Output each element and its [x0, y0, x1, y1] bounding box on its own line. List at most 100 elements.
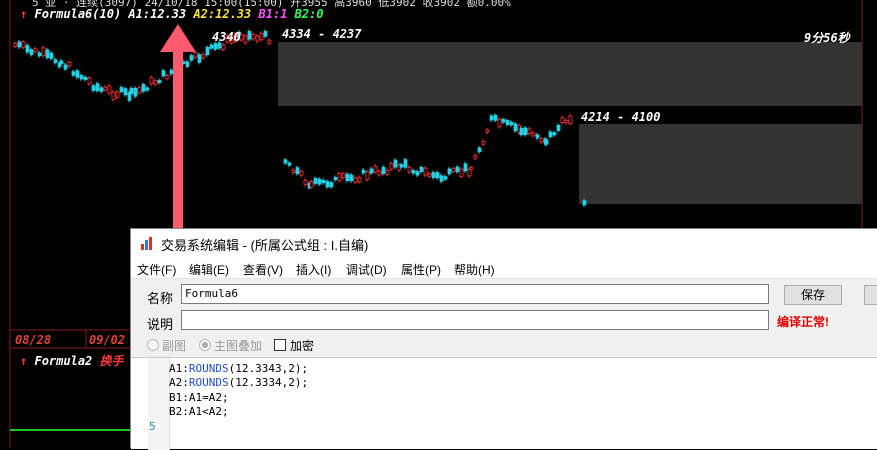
candle [165, 75, 170, 79]
candle [385, 169, 390, 175]
candle [29, 49, 34, 56]
menu-insert[interactable]: 插入(I) [296, 261, 331, 278]
range-box-lower [579, 124, 862, 204]
candle [197, 54, 202, 63]
candle [201, 53, 206, 59]
candle [49, 52, 54, 59]
main-overlay-radio[interactable] [199, 339, 211, 351]
description-label: 说明 [147, 317, 174, 332]
candle [403, 159, 408, 168]
candle [493, 114, 498, 121]
dialog-title: 交易系统编辑 - (所属公式组 : I.自编) [161, 238, 369, 253]
candle [485, 129, 490, 133]
candle [544, 139, 549, 145]
extra-button[interactable] [864, 285, 877, 305]
candle [259, 32, 264, 41]
candle [161, 70, 166, 77]
candle [221, 44, 226, 50]
candle [337, 173, 342, 182]
code-line-3: B1:A1=A2; [169, 391, 229, 404]
b2-label: B2: [294, 7, 317, 21]
a1-value: 12.33 [150, 7, 187, 21]
b1-label: B1: [258, 7, 281, 21]
candle [519, 127, 524, 135]
candle [353, 177, 358, 183]
candle [185, 61, 190, 67]
sub-chart-radio[interactable] [147, 339, 159, 351]
candle [91, 85, 96, 91]
menu-bar: 文件(F) 编辑(E) 查看(V) 插入(I) 调试(D) 属性(P) 帮助(H… [131, 257, 877, 279]
candle [564, 119, 569, 124]
dialog-titlebar[interactable]: 交易系统编辑 - (所属公式组 : I.自编) [131, 229, 877, 257]
candle [21, 41, 26, 48]
code-line-1: A1:ROUNDS(12.3343,2); [169, 362, 309, 375]
candle [361, 169, 366, 174]
candle [377, 170, 382, 176]
date-label-2: 09/02 [89, 333, 126, 347]
candle [333, 177, 338, 181]
range-label-lower: 4214 - 4100 [581, 110, 661, 124]
candle [59, 60, 64, 65]
candle [189, 55, 194, 61]
formula-name: Formula6(10) [34, 7, 122, 21]
menu-file[interactable]: 文件(F) [137, 261, 176, 278]
candle [111, 91, 116, 100]
candle [459, 168, 464, 177]
candle [497, 118, 502, 128]
b2-value: 0 [316, 7, 324, 21]
candle [103, 86, 108, 91]
trading-system-editor-dialog: 交易系统编辑 - (所属公式组 : I.自编) 文件(F) 编辑(E) 查看(V… [130, 228, 877, 450]
date-label-1: 08/28 [15, 333, 52, 347]
candle [45, 49, 50, 59]
editor-gutter [148, 358, 170, 450]
candle [87, 77, 92, 85]
menu-view[interactable]: 查看(V) [243, 261, 283, 278]
candle [133, 87, 138, 97]
candle [407, 166, 412, 173]
candle [389, 163, 394, 170]
candle [83, 76, 88, 80]
candle [381, 166, 386, 174]
candle [137, 86, 142, 94]
description-field[interactable] [181, 310, 769, 330]
countdown-timer: 9分56秒 [804, 31, 850, 45]
candle [393, 159, 398, 168]
formula2-suffix: 换手 [99, 354, 124, 368]
main-overlay-label: 主图叠加 [214, 339, 263, 353]
candle [41, 47, 46, 57]
candle [291, 169, 296, 173]
name-label: 名称 [147, 291, 174, 306]
line-number: 5 [149, 420, 156, 433]
candle [568, 115, 573, 124]
candle [447, 168, 452, 175]
range-label-upper: 4334 - 4237 [282, 27, 362, 41]
encrypt-checkbox[interactable] [274, 339, 286, 351]
candle [115, 91, 120, 98]
candle [263, 31, 268, 37]
candle [33, 48, 38, 53]
menu-debug[interactable]: 调试(D) [346, 261, 387, 278]
candle [145, 87, 150, 91]
a1-label: A1: [128, 7, 151, 21]
save-button[interactable]: 保存 [784, 285, 842, 305]
candle [411, 170, 416, 174]
candle [509, 121, 514, 126]
candle [399, 164, 404, 168]
candle [37, 52, 42, 57]
candle [153, 80, 158, 85]
candle [489, 115, 494, 121]
candle [365, 171, 370, 180]
menu-help[interactable]: 帮助(H) [454, 261, 495, 278]
candle [71, 71, 76, 76]
name-field[interactable]: Formula6 [181, 284, 769, 304]
candle [209, 44, 214, 49]
menu-edit[interactable]: 编辑(E) [189, 261, 229, 278]
candle [427, 173, 432, 177]
candle [539, 138, 544, 143]
app-icon [139, 235, 155, 251]
up-arrow-icon: ↑ [20, 7, 28, 21]
code-editor[interactable]: A1:ROUNDS(12.3343,2); A2:ROUNDS(12.3334,… [131, 357, 877, 450]
formula-main-indicator: ↑ Formula6(10) A1:12.33 A2:12.33 B1:1 B2… [20, 7, 324, 21]
candle [25, 44, 30, 53]
menu-properties[interactable]: 属性(P) [401, 261, 441, 278]
